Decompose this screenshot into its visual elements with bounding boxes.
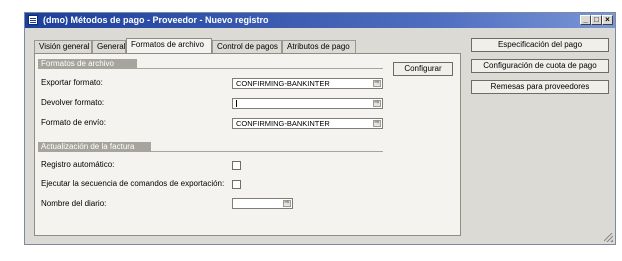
configure-button[interactable]: Configurar xyxy=(393,62,453,76)
journal-name-label: Nombre del diario: xyxy=(41,199,107,208)
payment-fee-configuration-button[interactable]: Configuración de cuota de pago xyxy=(471,59,609,73)
lookup-arrow-icon[interactable]: ⇨ xyxy=(283,200,291,207)
tab-general[interactable]: General xyxy=(92,40,126,53)
auto-register-label: Registro automático: xyxy=(41,160,115,169)
group-divider xyxy=(38,151,383,152)
text-caret xyxy=(236,100,237,107)
payment-methods-window: (dmo) Métodos de pago - Proveedor - Nuev… xyxy=(24,12,616,245)
tab-payment-control[interactable]: Control de pagos xyxy=(212,40,282,53)
export-format-label: Exportar formato: xyxy=(41,78,103,87)
lookup-arrow-icon[interactable]: ⇨ xyxy=(373,80,381,87)
return-format-field[interactable]: ⇨ xyxy=(232,98,383,109)
payment-specification-button[interactable]: Especificación del pago xyxy=(471,38,609,52)
run-export-sequence-checkbox[interactable] xyxy=(232,180,241,189)
minimize-button[interactable]: _ xyxy=(580,15,591,25)
send-format-field[interactable]: CONFIRMING-BANKINTER ⇨ xyxy=(232,118,383,129)
journal-name-field[interactable]: ⇨ xyxy=(232,198,293,209)
tab-file-formats[interactable]: Formatos de archivo xyxy=(126,38,212,53)
maximize-button[interactable]: □ xyxy=(591,15,602,25)
tab-payment-attributes[interactable]: Atributos de pago xyxy=(282,40,356,53)
lookup-arrow-icon[interactable]: ⇨ xyxy=(373,120,381,127)
export-format-value: CONFIRMING-BANKINTER xyxy=(236,79,330,88)
auto-register-checkbox[interactable] xyxy=(232,161,241,170)
form-icon xyxy=(28,15,38,25)
export-format-field[interactable]: CONFIRMING-BANKINTER ⇨ xyxy=(232,78,383,89)
run-export-sequence-label: Ejecutar la secuencia de comandos de exp… xyxy=(41,179,225,188)
send-format-value: CONFIRMING-BANKINTER xyxy=(236,119,330,128)
resize-grip-icon[interactable] xyxy=(604,233,613,242)
lookup-arrow-icon[interactable]: ⇨ xyxy=(373,100,381,107)
return-format-label: Devolver formato: xyxy=(41,98,105,107)
file-formats-panel: Formatos de archivo Exportar formato: CO… xyxy=(34,53,461,236)
window-title: (dmo) Métodos de pago - Proveedor - Nuev… xyxy=(43,15,269,25)
group-divider xyxy=(38,68,383,69)
title-bar[interactable]: (dmo) Métodos de pago - Proveedor - Nuev… xyxy=(25,13,615,28)
vendor-remittance-button[interactable]: Remesas para proveedores xyxy=(471,80,609,94)
send-format-label: Formato de envío: xyxy=(41,118,106,127)
tab-vision-general[interactable]: Visión general xyxy=(34,40,92,53)
close-button[interactable]: × xyxy=(602,15,613,25)
